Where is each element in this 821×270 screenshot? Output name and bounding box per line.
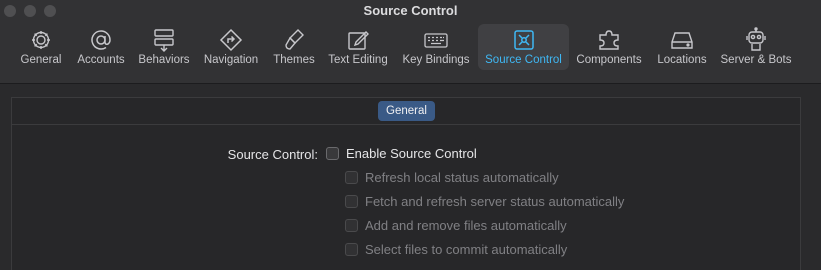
tab-label: Themes — [273, 54, 315, 66]
option-row: Add and remove files automatically — [345, 218, 567, 233]
paintbrush-icon — [285, 29, 304, 50]
tab-label: Behaviors — [138, 54, 190, 66]
refresh-local-status-checkbox[interactable] — [345, 171, 358, 184]
title-bar: Source Control General Accounts Behavior… — [0, 0, 821, 84]
preferences-toolbar: General Accounts Behaviors Navigation Th… — [0, 24, 821, 70]
tab-source-control[interactable]: Source Control — [478, 24, 569, 70]
tab-behaviors[interactable]: Behaviors — [137, 24, 191, 70]
tab-locations[interactable]: Locations — [654, 24, 710, 70]
option-label: Refresh local status automatically — [365, 170, 559, 185]
tab-label: Source Control — [485, 54, 562, 66]
tab-components[interactable]: Components — [575, 24, 643, 70]
tab-server-bots[interactable]: Server & Bots — [719, 24, 793, 70]
enable-source-control-row[interactable]: Enable Source Control — [326, 146, 477, 161]
gear-icon — [32, 31, 50, 49]
tab-general[interactable]: General — [18, 24, 64, 70]
at-sign-icon — [91, 30, 111, 50]
panel-header: General — [12, 98, 800, 125]
tab-label: Components — [576, 54, 642, 66]
drive-icon — [671, 32, 693, 49]
tab-navigation[interactable]: Navigation — [201, 24, 261, 70]
option-label: Add and remove files automatically — [365, 218, 567, 233]
option-row: Select files to commit automatically — [345, 242, 567, 257]
behaviors-icon — [154, 29, 174, 52]
robot-icon — [746, 27, 766, 51]
option-label: Fetch and refresh server status automati… — [365, 194, 625, 209]
enable-source-control-label: Enable Source Control — [346, 146, 477, 161]
segment-general-button[interactable]: General — [378, 101, 435, 121]
tab-key-bindings[interactable]: Key Bindings — [401, 24, 471, 70]
tab-text-editing[interactable]: Text Editing — [326, 24, 390, 70]
source-control-label-row: Source Control: — [0, 146, 318, 162]
fetch-refresh-server-status-checkbox[interactable] — [345, 195, 358, 208]
tab-label: Locations — [657, 54, 707, 66]
tab-label: Server & Bots — [720, 54, 792, 66]
option-row: Fetch and refresh server status automati… — [345, 194, 624, 209]
navigation-arrow-icon — [219, 28, 243, 52]
puzzle-icon — [599, 30, 619, 50]
tab-label: Navigation — [203, 54, 259, 66]
tab-themes[interactable]: Themes — [271, 24, 317, 70]
tab-label: Key Bindings — [402, 54, 470, 66]
keyboard-icon — [424, 33, 448, 48]
tab-label: General — [20, 54, 62, 66]
option-row: Refresh local status automatically — [345, 170, 559, 185]
tab-label: Accounts — [77, 54, 125, 66]
pencil-editor-icon — [348, 31, 369, 50]
source-control-icon — [513, 30, 534, 50]
source-control-label: Source Control: — [227, 146, 318, 162]
window-title: Source Control — [363, 3, 458, 18]
tab-accounts[interactable]: Accounts — [74, 24, 128, 70]
select-files-commit-checkbox[interactable] — [345, 243, 358, 256]
enable-source-control-checkbox[interactable] — [326, 147, 339, 160]
tab-label: Text Editing — [328, 54, 388, 66]
add-remove-files-checkbox[interactable] — [345, 219, 358, 232]
option-label: Select files to commit automatically — [365, 242, 568, 257]
